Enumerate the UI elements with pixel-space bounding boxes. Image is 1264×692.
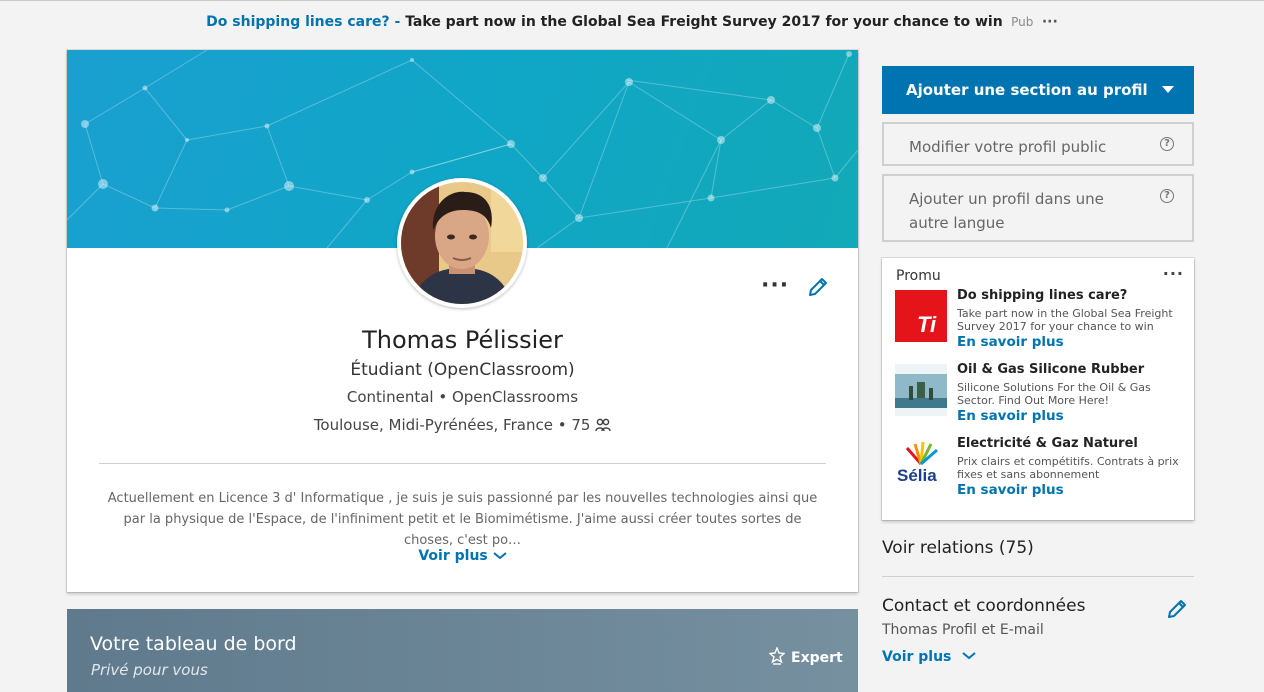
top-border	[0, 0, 1264, 1]
summary-see-more-label: Voir plus	[418, 548, 488, 564]
help-icon[interactable]: ?	[1160, 189, 1174, 203]
promo-description: Prix clairs et compétitifs. Contrats à p…	[957, 455, 1179, 481]
view-relations-link[interactable]: Voir relations (75)	[882, 538, 1034, 558]
add-language-profile-button[interactable]: Ajouter un profil dans une autre langue …	[882, 174, 1194, 242]
add-language-profile-label: Ajouter un profil dans une autre langue	[909, 190, 1104, 232]
profile-company-line: Continental • OpenClassrooms	[346, 388, 579, 406]
profile-summary: Actuellement en Licence 3 d' Informatiqu…	[107, 491, 818, 548]
profile-divider	[99, 463, 826, 464]
caret-down-icon	[1162, 86, 1174, 93]
add-section-button[interactable]: Ajouter une section au profil	[882, 66, 1194, 114]
contact-edit-button[interactable]	[1166, 598, 1188, 624]
contact-see-more-label: Voir plus	[882, 649, 952, 665]
dashboard-card: Votre tableau de bord Privé pour vous Ex…	[67, 609, 858, 692]
contact-info-title: Contact et coordonnées	[882, 596, 1086, 616]
edit-public-profile-button[interactable]: Modifier votre profil public ?	[882, 122, 1194, 166]
contact-see-more-link[interactable]: Voir plus	[882, 649, 976, 665]
help-icon[interactable]: ?	[1160, 137, 1174, 151]
edit-public-profile-label: Modifier votre profil public	[909, 138, 1107, 156]
sidebar-divider	[882, 576, 1194, 577]
top-ad-separator: -	[389, 14, 406, 30]
promoted-label: Promu	[896, 268, 941, 284]
profile-headline: Étudiant (OpenClassroom)	[350, 360, 575, 380]
promoted-more-button[interactable]: ···	[1163, 264, 1184, 283]
promo-item[interactable]: Ti Do shipping lines care? Take part now…	[895, 288, 1185, 360]
connections-icon[interactable]	[595, 418, 611, 432]
summary-see-more-link[interactable]: Voir plus	[67, 548, 858, 564]
dashboard-expert-badge[interactable]: Expert	[768, 646, 843, 666]
pencil-icon	[809, 278, 827, 296]
profile-more-button[interactable]: ···	[761, 275, 789, 297]
promoted-ads-card: Promu ··· Ti Do shipping lines care? Tak…	[882, 258, 1194, 520]
chevron-down-icon	[492, 552, 507, 560]
pencil-icon	[1168, 600, 1186, 618]
add-section-label: Ajouter une section au profil	[906, 81, 1148, 99]
promo-logo: Ti	[895, 290, 947, 342]
top-ad-link[interactable]: Do shipping lines care?	[206, 14, 389, 30]
profile-location-line: Toulouse, Midi-Pyrénées, France • 75	[67, 416, 858, 434]
promo-logo: Sélia	[895, 438, 947, 490]
promo-logo-text: Ti	[917, 312, 937, 337]
profile-location: Toulouse, Midi-Pyrénées, France • 75	[313, 416, 591, 434]
promo-item[interactable]: Sélia Electricité & Gaz Naturel Prix cla…	[895, 436, 1185, 508]
profile-photo[interactable]	[397, 178, 527, 308]
top-ad-message[interactable]: Take part now in the Global Sea Freight …	[405, 14, 1003, 30]
promo-title[interactable]: Do shipping lines care?	[957, 288, 1127, 303]
profile-name: Thomas Pélissier	[362, 326, 563, 354]
promo-logo-text: Sélia	[897, 466, 937, 485]
promo-item[interactable]: Oil & Gas Silicone Rubber Silicone Solut…	[895, 362, 1185, 434]
top-ad-more-button[interactable]: ···	[1042, 14, 1058, 30]
promo-learn-more-link[interactable]: En savoir plus	[957, 408, 1064, 424]
promo-description: Take part now in the Global Sea Freight …	[957, 307, 1173, 333]
top-ad-tag: Pub	[1011, 15, 1034, 29]
promo-title[interactable]: Electricité & Gaz Naturel	[957, 436, 1138, 451]
dashboard-subtitle: Privé pour vous	[91, 661, 208, 679]
promo-learn-more-link[interactable]: En savoir plus	[957, 334, 1064, 350]
dashboard-title: Votre tableau de bord	[90, 633, 297, 655]
promo-learn-more-link[interactable]: En savoir plus	[957, 482, 1064, 498]
promo-logo	[895, 364, 947, 416]
promo-description: Silicone Solutions For the Oil & Gas Sec…	[957, 381, 1151, 407]
profile-card: ··· Thomas Pélissier Étudiant (OpenClass…	[67, 50, 858, 592]
contact-info-subtitle: Thomas Profil et E-mail	[882, 622, 1044, 638]
profile-photo-image	[401, 182, 523, 304]
promo-title[interactable]: Oil & Gas Silicone Rubber	[957, 362, 1144, 377]
top-ad-banner: Do shipping lines care? - Take part now …	[0, 14, 1264, 30]
profile-edit-button[interactable]	[807, 276, 829, 302]
chevron-down-icon	[962, 652, 976, 660]
dashboard-expert-label: Expert	[791, 650, 843, 666]
star-award-icon	[768, 646, 786, 665]
